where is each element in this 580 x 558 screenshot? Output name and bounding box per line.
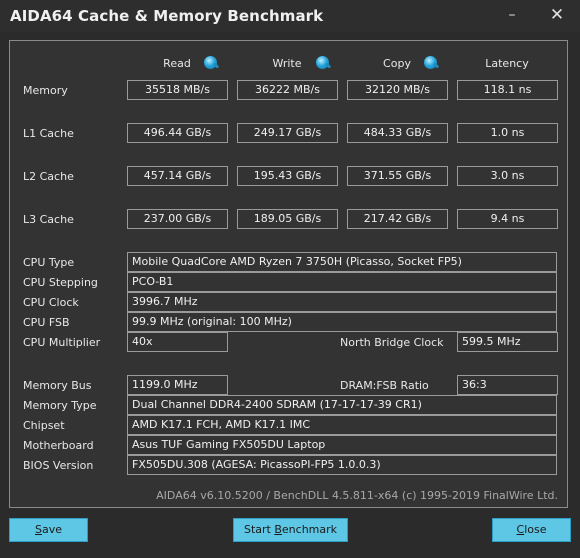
minimize-button[interactable]: – [495,4,529,26]
l3-copy-value: 217.42 GB/s [347,209,448,229]
cpu-fsb-value: 99.9 MHz (original: 100 MHz) [127,312,557,332]
l3-write-value: 189.05 GB/s [237,209,338,229]
dram-fsb-ratio-value: 36:3 [457,375,558,395]
write-benchmark-icon[interactable] [316,56,329,69]
bios-version-value: FX505DU.308 (AGESA: PicassoPI-FP5 1.0.0.… [127,455,557,475]
memory-copy-value: 32120 MB/s [347,80,448,100]
memory-read-value: 35518 MB/s [127,80,228,100]
cpu-clock-label: CPU Clock [23,296,79,309]
l2-latency-value: 3.0 ns [457,166,558,186]
l1-read-value: 496.44 GB/s [127,123,228,143]
motherboard-value: Asus TUF Gaming FX505DU Laptop [127,435,557,455]
column-header-latency: Latency [485,57,529,70]
version-footer: AIDA64 v6.10.5200 / BenchDLL 4.5.811-x64… [156,489,558,502]
l2-copy-value: 371.55 GB/s [347,166,448,186]
north-bridge-clock-value: 599.5 MHz [457,332,558,352]
save-label-rest: ave [41,523,62,536]
save-label-accel: S [34,523,42,536]
cpu-fsb-label: CPU FSB [23,316,70,329]
cpu-multiplier-value: 40x [127,332,228,352]
memory-bus-value: 1199.0 MHz [127,375,228,395]
bios-version-label: BIOS Version [23,459,94,472]
motherboard-label: Motherboard [23,439,94,452]
memory-latency-value: 118.1 ns [457,80,558,100]
memory-type-label: Memory Type [23,399,97,412]
save-button[interactable]: Save [9,518,88,542]
close-label-rest: lose [524,523,547,536]
start-label-prefix: Start [243,523,275,536]
start-benchmark-button[interactable]: Start Benchmark [233,518,348,542]
l3-read-value: 237.00 GB/s [127,209,228,229]
memory-bus-label: Memory Bus [23,379,92,392]
cpu-type-value: Mobile QuadCore AMD Ryzen 7 3750H (Picas… [127,252,557,272]
row-label-l1-cache: L1 Cache [23,127,74,140]
l1-copy-value: 484.33 GB/s [347,123,448,143]
row-label-l3-cache: L3 Cache [23,213,74,226]
title-bar: AIDA64 Cache & Memory Benchmark – ✕ [0,0,580,32]
memory-write-value: 36222 MB/s [237,80,338,100]
read-benchmark-icon[interactable] [204,56,217,69]
l2-write-value: 195.43 GB/s [237,166,338,186]
row-label-l2-cache: L2 Cache [23,170,74,183]
l1-latency-value: 1.0 ns [457,123,558,143]
cpu-type-label: CPU Type [23,256,75,269]
window-title: AIDA64 Cache & Memory Benchmark [10,7,324,25]
row-label-memory: Memory [23,84,68,97]
start-label-accel: B [274,523,282,536]
l1-write-value: 249.17 GB/s [237,123,338,143]
copy-benchmark-icon[interactable] [424,56,437,69]
cpu-stepping-label: CPU Stepping [23,276,98,289]
cpu-clock-value: 3996.7 MHz [127,292,557,312]
l2-read-value: 457.14 GB/s [127,166,228,186]
l3-latency-value: 9.4 ns [457,209,558,229]
chipset-label: Chipset [23,419,65,432]
close-button[interactable]: Close [492,518,571,542]
cpu-multiplier-label: CPU Multiplier [23,336,101,349]
cpu-stepping-value: PCO-B1 [127,272,557,292]
chipset-value: AMD K17.1 FCH, AMD K17.1 IMC [127,415,557,435]
north-bridge-clock-label: North Bridge Clock [340,336,444,349]
benchmark-panel: Read Write Copy Latency Memory 35518 MB/… [9,40,568,508]
start-label-rest: enchmark [281,523,338,536]
close-window-button[interactable]: ✕ [540,4,574,26]
memory-type-value: Dual Channel DDR4-2400 SDRAM (17-17-17-3… [127,395,557,415]
dram-fsb-ratio-label: DRAM:FSB Ratio [340,379,429,392]
